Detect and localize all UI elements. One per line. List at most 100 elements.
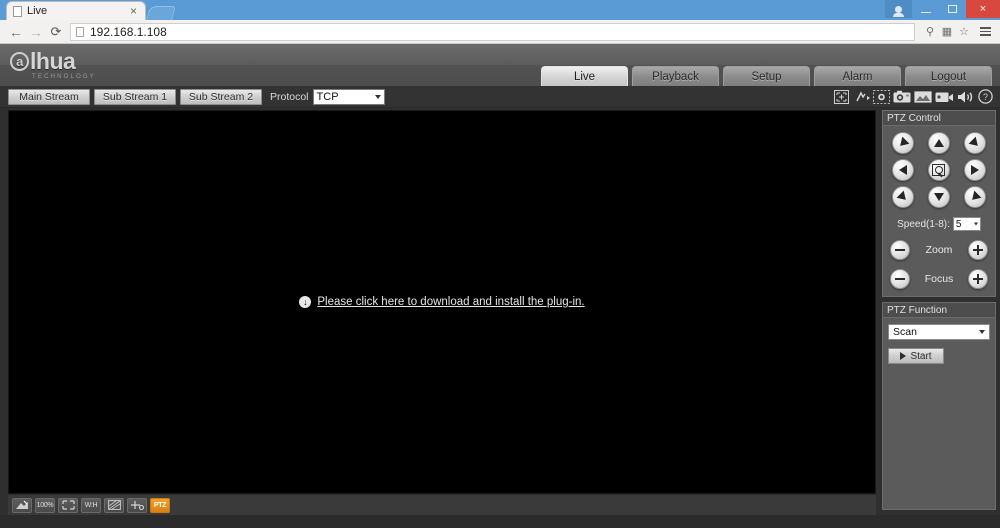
browser-tab-strip: Live ×: [0, 0, 176, 20]
window-controls: ×: [885, 0, 1000, 18]
plugin-download-link[interactable]: ↓ Please click here to download and inst…: [299, 296, 585, 308]
sub-stream-2-button[interactable]: Sub Stream 2: [180, 88, 262, 105]
ptz-speed-select[interactable]: 5: [952, 217, 981, 231]
minimize-button[interactable]: [912, 0, 939, 18]
nav-tab-logout[interactable]: Logout: [905, 66, 992, 86]
image-glyph: [914, 90, 932, 103]
ptz-direction-pad: [888, 132, 990, 208]
fluency-icon[interactable]: [104, 497, 124, 513]
audio-icon[interactable]: [957, 88, 974, 105]
bookmark-star-icon[interactable]: ☆: [956, 23, 972, 41]
ptz-down-right-button[interactable]: [963, 186, 986, 208]
nav-tab-live[interactable]: Live: [541, 66, 628, 86]
maximize-button[interactable]: [939, 0, 966, 18]
key-icon[interactable]: ⚲: [922, 23, 938, 41]
nav-tab-alarm[interactable]: Alarm: [814, 66, 901, 86]
arrow-left-icon: [899, 165, 908, 175]
back-button[interactable]: ←: [6, 22, 26, 42]
start-label: Start: [910, 350, 932, 362]
browser-tab-title: Live: [27, 5, 48, 17]
fullscreen-icon[interactable]: [58, 497, 78, 513]
snapshot-region-glyph: [873, 89, 890, 104]
user-avatar-icon[interactable]: [885, 0, 912, 18]
protocol-label: Protocol: [270, 90, 309, 103]
forward-button[interactable]: →: [26, 22, 46, 42]
fullscreen-glyph: [61, 500, 75, 510]
address-bar[interactable]: 192.168.1.108: [70, 22, 915, 41]
arrow-up-icon: [933, 139, 944, 147]
ptz-control-title: PTZ Control: [883, 111, 995, 126]
snapshot-region-icon[interactable]: [873, 88, 890, 105]
rules-info-icon[interactable]: [127, 497, 147, 513]
main-stream-button[interactable]: Main Stream: [8, 88, 90, 105]
ptz-function-selected-value: Scan: [893, 326, 917, 338]
stream-tool-icons: ?: [833, 88, 994, 105]
svg-text:?: ?: [983, 92, 988, 102]
focus-label: Focus: [924, 273, 954, 285]
zoom-100-percent-icon[interactable]: 100%: [35, 497, 55, 513]
aspect-ratio-icon[interactable]: W:H: [81, 497, 101, 513]
app-header: a lhua TECHNOLOGY Live Playback Setup Ala…: [0, 44, 1000, 86]
image-icon[interactable]: [914, 88, 932, 105]
main-content: ↓ Please click here to download and inst…: [0, 108, 1000, 515]
protocol-select[interactable]: TCP: [312, 88, 385, 105]
logo-text: lhua: [30, 48, 76, 74]
ptz-toggle-icon[interactable]: PTZ: [150, 497, 170, 513]
area-zoom-icon: [932, 164, 946, 176]
video-panel: ↓ Please click here to download and inst…: [8, 110, 876, 515]
ptz-function-title: PTZ Function: [883, 303, 995, 318]
ptz-up-right-button[interactable]: [963, 132, 986, 154]
download-icon: ↓: [299, 296, 312, 308]
ptz-function-start-button[interactable]: Start: [888, 348, 944, 364]
new-tab-button[interactable]: [146, 6, 176, 20]
zoom-in-button[interactable]: [968, 240, 988, 260]
marker-pen-glyph: [855, 90, 870, 101]
nav-tab-playback[interactable]: Playback: [632, 66, 719, 86]
nav-tab-setup[interactable]: Setup: [723, 66, 810, 86]
logo-wordmark: a lhua: [10, 50, 96, 73]
arrow-down-icon: [933, 193, 944, 201]
arrow-right-icon: [970, 165, 979, 175]
fluency-glyph: [107, 500, 121, 510]
ptz-sidebar: PTZ Control Speed(1-8): 5 Zoom Focus PTZ…: [882, 110, 996, 515]
extension-icon[interactable]: ▦: [939, 23, 955, 41]
close-button[interactable]: ×: [966, 0, 1000, 18]
ptz-zoom-area-button[interactable]: [927, 159, 950, 181]
ptz-up-button[interactable]: [927, 132, 950, 154]
ptz-down-button[interactable]: [927, 186, 950, 208]
ptz-right-button[interactable]: [963, 159, 986, 181]
sub-stream-1-button[interactable]: Sub Stream 1: [94, 88, 176, 105]
ptz-control-panel: PTZ Control Speed(1-8): 5 Zoom Focus: [882, 110, 996, 297]
help-glyph: ?: [978, 89, 993, 104]
ptz-zoom-row: Zoom: [888, 240, 990, 260]
ptz-speed-value: 5: [955, 218, 962, 230]
ptz-down-left-button[interactable]: [892, 186, 915, 208]
digital-zoom-glyph: [834, 89, 849, 104]
marker-pen-icon[interactable]: [853, 88, 870, 105]
focus-far-button[interactable]: [968, 269, 988, 289]
help-icon[interactable]: ?: [977, 88, 994, 105]
video-viewport[interactable]: ↓ Please click here to download and inst…: [8, 110, 876, 494]
dahua-logo: a lhua TECHNOLOGY: [10, 50, 96, 80]
camera-snapshot-glyph: [893, 90, 911, 102]
ptz-function-select[interactable]: Scan: [888, 324, 990, 340]
camera-snapshot-icon[interactable]: [893, 88, 911, 105]
focus-near-button[interactable]: [890, 269, 910, 289]
tab-close-icon[interactable]: ×: [128, 5, 139, 17]
ptz-up-left-button[interactable]: [892, 132, 915, 154]
page-footer: [0, 515, 1000, 527]
play-icon: [900, 352, 907, 360]
digital-zoom-icon[interactable]: [833, 88, 850, 105]
chrome-menu-icon[interactable]: [976, 23, 994, 41]
chevron-down-icon: [973, 222, 978, 226]
image-adjust-icon[interactable]: [12, 497, 32, 513]
zoom-out-button[interactable]: [890, 240, 910, 260]
video-toolbar: 100% W:H PTZ: [8, 494, 876, 515]
browser-tab[interactable]: Live ×: [6, 1, 146, 20]
ptz-function-panel: PTZ Function Scan Start: [882, 302, 996, 510]
ptz-left-button[interactable]: [892, 159, 915, 181]
stream-toolbar: Main Stream Sub Stream 1 Sub Stream 2 Pr…: [0, 86, 1000, 108]
reload-button[interactable]: ⟳: [46, 22, 66, 42]
arrow-down-left-icon: [896, 190, 910, 204]
record-video-icon[interactable]: [935, 88, 954, 105]
